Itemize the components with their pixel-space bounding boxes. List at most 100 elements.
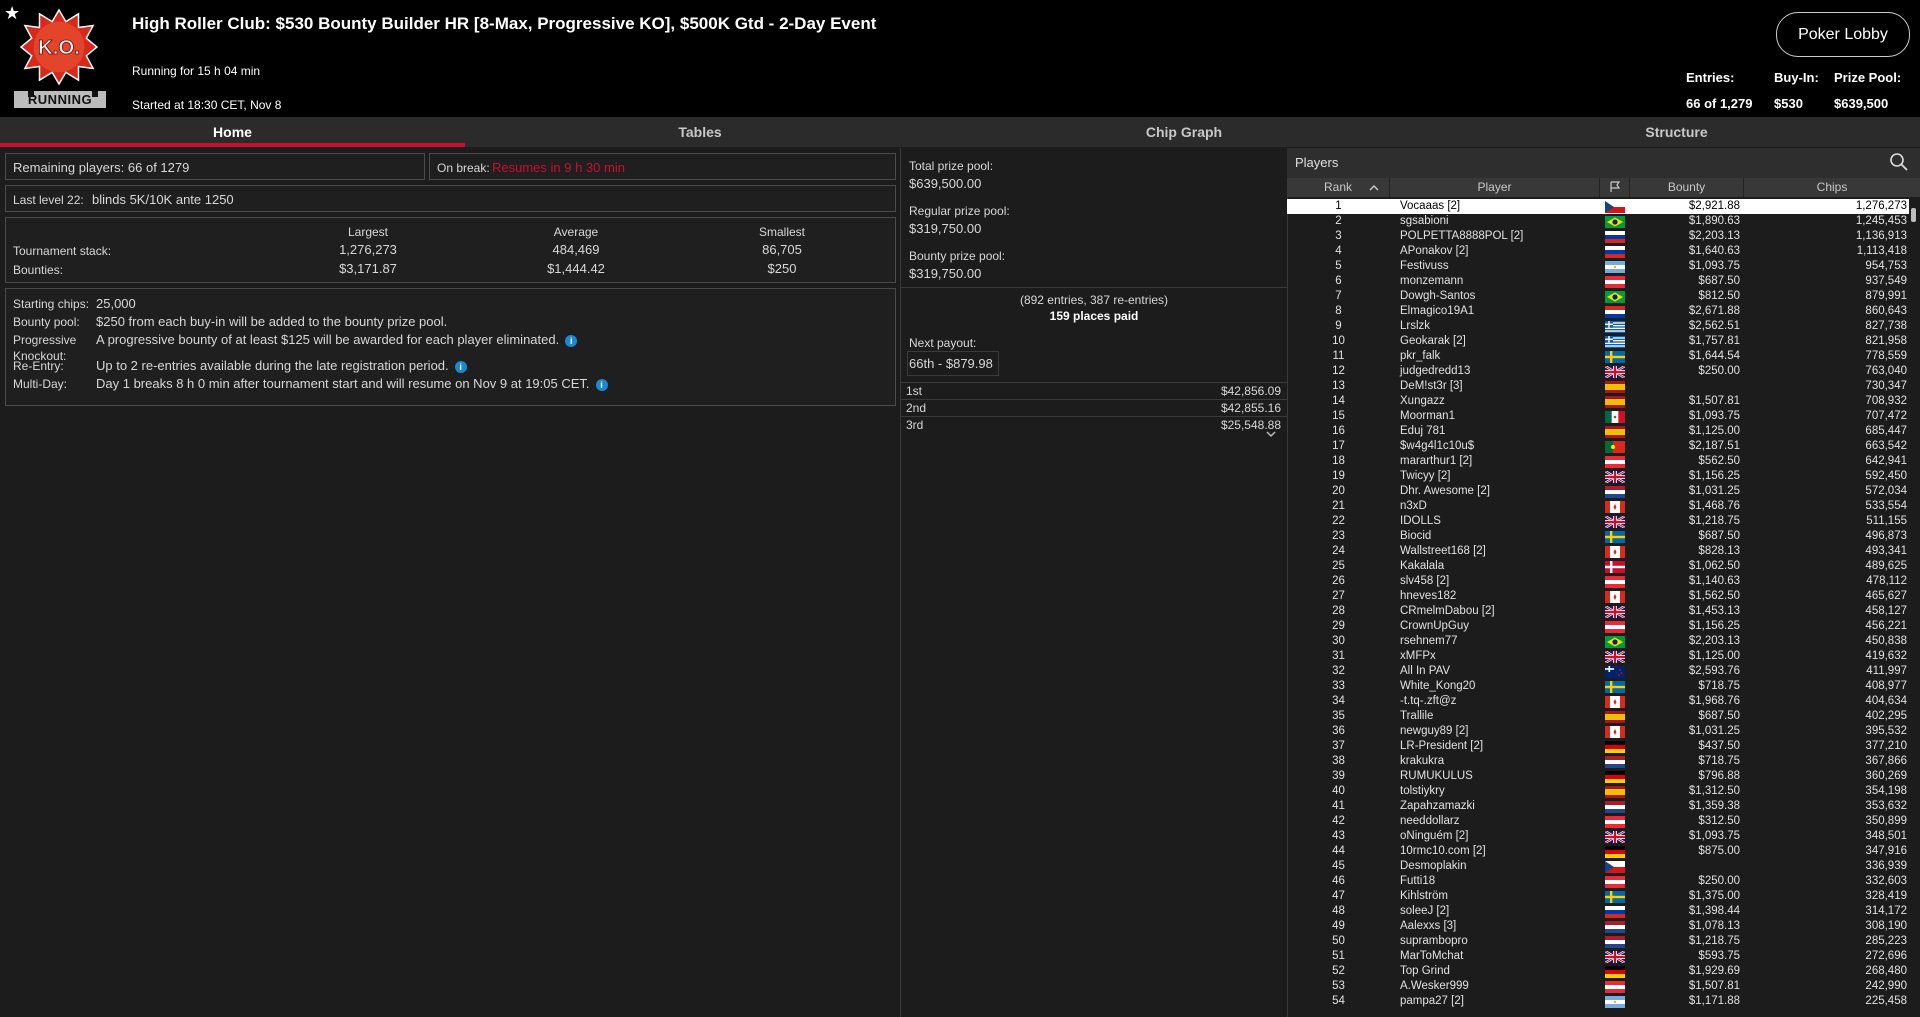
poker-lobby-button[interactable]: Poker Lobby (1776, 12, 1910, 57)
column-player[interactable]: Player (1390, 178, 1600, 197)
table-row[interactable]: 51 MarToMchat $593.75 272,696 (1287, 949, 1909, 964)
table-row[interactable]: 42 needdollarz $312.50 350,899 (1287, 814, 1909, 829)
table-row[interactable]: 23 Biocid $687.50 496,873 (1287, 529, 1909, 544)
player-bounty: $875.00 (1698, 845, 1740, 857)
table-row[interactable]: 31 xMFPx $1,125.00 419,632 (1287, 649, 1909, 664)
table-row[interactable]: 5 Festivuss $1,093.75 954,753 (1287, 259, 1909, 274)
player-bounty: $1,062.50 (1688, 560, 1740, 572)
player-country (1600, 289, 1630, 304)
table-row[interactable]: 43 oNinguém [2] $1,093.75 348,501 (1287, 829, 1909, 844)
tab-structure[interactable]: Structure (1433, 117, 1920, 147)
table-row[interactable]: 26 slv458 [2] $1,140.63 478,112 (1287, 574, 1909, 589)
table-row[interactable]: 10 Geokarak [2] $1,757.81 821,958 (1287, 334, 1909, 349)
country-flag-icon (1605, 485, 1625, 498)
table-row[interactable]: 41 Zapahzamazki $1,359.38 353,632 (1287, 799, 1909, 814)
table-row[interactable]: 22 IDOLLS $1,218.75 511,155 (1287, 514, 1909, 529)
tab-home[interactable]: Home (0, 117, 465, 147)
table-row[interactable]: 40 tolstiykry $1,312.50 354,198 (1287, 784, 1909, 799)
table-row[interactable]: 1 Vocaaas [2] $2,921.88 1,276,273 (1287, 199, 1909, 214)
player-chips: 493,341 (1865, 545, 1907, 557)
table-row[interactable]: 27 hneves182 $1,562.50 465,627 (1287, 589, 1909, 604)
player-country (1600, 334, 1630, 349)
tab-tables[interactable]: Tables (465, 117, 935, 147)
player-country (1600, 544, 1630, 559)
player-bounty: $1,093.75 (1688, 830, 1740, 842)
table-row[interactable]: 14 Xungazz $1,507.81 708,932 (1287, 394, 1909, 409)
table-row[interactable]: 39 RUMUKULUS $796.88 360,269 (1287, 769, 1909, 784)
on-break-value: Resumes in 9 h 30 min (492, 160, 625, 175)
table-row[interactable]: 24 Wallstreet168 [2] $828.13 493,341 (1287, 544, 1909, 559)
chevron-down-icon[interactable] (1265, 430, 1277, 438)
table-row[interactable]: 47 Kihlström $1,375.00 328,419 (1287, 889, 1909, 904)
table-row[interactable]: 17 $w4g4l1c10u$ $2,187.51 663,542 (1287, 439, 1909, 454)
table-row[interactable]: 29 CrownUpGuy $1,156.25 456,221 (1287, 619, 1909, 634)
bounty-largest: $3,171.87 (339, 261, 397, 276)
table-row[interactable]: 52 Top Grind $1,929.69 268,480 (1287, 964, 1909, 979)
search-icon[interactable] (1889, 152, 1909, 172)
table-row[interactable]: 18 mararthur1 [2] $562.50 642,941 (1287, 454, 1909, 469)
table-row[interactable]: 46 Futti18 $250.00 332,603 (1287, 874, 1909, 889)
table-row[interactable]: 9 Lrslzk $2,562.51 827,738 (1287, 319, 1909, 334)
favorite-star-icon[interactable]: ★ (4, 3, 20, 24)
info-icon[interactable]: i (595, 378, 608, 391)
table-row[interactable]: 38 krakukra $718.75 367,866 (1287, 754, 1909, 769)
player-country (1600, 784, 1630, 799)
table-row[interactable]: 30 rsehnem77 $2,203.13 450,838 (1287, 634, 1909, 649)
table-row[interactable]: 34 -t.tq-.zft@z $1,968.76 404,634 (1287, 694, 1909, 709)
table-row[interactable]: 11 pkr_falk $1,644.54 778,559 (1287, 349, 1909, 364)
stack-largest: 1,276,273 (339, 242, 397, 257)
table-row[interactable]: 37 LR-President [2] $437.50 377,210 (1287, 739, 1909, 754)
table-row[interactable]: 45 Desmoplakin 336,939 (1287, 859, 1909, 874)
player-country (1600, 679, 1630, 694)
table-row[interactable]: 19 Twicyy [2] $1,156.25 592,450 (1287, 469, 1909, 484)
player-rank: 17 (1332, 440, 1345, 452)
table-row[interactable]: 2 sgsabioni $1,890.63 1,245,453 (1287, 214, 1909, 229)
scrollbar-track[interactable] (1910, 199, 1918, 1017)
player-name: RUMUKULUS (1400, 770, 1473, 782)
table-row[interactable]: 54 pampa27 [2] $1,171.88 225,458 (1287, 994, 1909, 1009)
player-chips: 937,549 (1865, 275, 1907, 287)
player-rank: 19 (1332, 470, 1345, 482)
player-country (1600, 859, 1630, 874)
table-row[interactable]: 3 POLPETTA8888POL [2] $2,203.13 1,136,913 (1287, 229, 1909, 244)
tab-chip-graph[interactable]: Chip Graph (935, 117, 1433, 147)
table-row[interactable]: 36 newguy89 [2] $1,031.25 395,532 (1287, 724, 1909, 739)
column-rank-label: Rank (1323, 180, 1352, 194)
table-row[interactable]: 16 Eduj 781 $1,125.00 685,447 (1287, 424, 1909, 439)
player-bounty: $1,031.25 (1688, 485, 1740, 497)
table-row[interactable]: 21 n3xD $1,468.76 533,554 (1287, 499, 1909, 514)
info-icon[interactable]: i (565, 334, 578, 347)
table-row[interactable]: 20 Dhr. Awesome [2] $1,031.25 572,034 (1287, 484, 1909, 499)
column-chips[interactable]: Chips (1744, 178, 1920, 197)
table-row[interactable]: 32 All In PAV $2,593.76 411,997 (1287, 664, 1909, 679)
table-row[interactable]: 12 judgedredd13 $250.00 763,040 (1287, 364, 1909, 379)
info-label: Progressive (13, 333, 77, 347)
column-rank[interactable]: Rank (1287, 178, 1390, 197)
table-row[interactable]: 49 Aalexxs [3] $1,078.13 308,190 (1287, 919, 1909, 934)
column-bounty[interactable]: Bounty (1630, 178, 1744, 197)
player-name: tolstiykry (1400, 785, 1445, 797)
scrollbar-thumb[interactable] (1911, 208, 1916, 222)
player-chips: 332,603 (1865, 875, 1907, 887)
table-row[interactable]: 33 White_Kong20 $718.75 408,977 (1287, 679, 1909, 694)
table-row[interactable]: 28 CRmelmDabou [2] $1,453.13 458,127 (1287, 604, 1909, 619)
table-row[interactable]: 35 Trallile $687.50 402,295 (1287, 709, 1909, 724)
table-row[interactable]: 4 APonakov [2] $1,640.63 1,113,418 (1287, 244, 1909, 259)
table-row[interactable]: 13 DeM!st3r [3] 730,347 (1287, 379, 1909, 394)
table-row[interactable]: 8 Elmagico19A1 $2,671.88 860,643 (1287, 304, 1909, 319)
player-country (1600, 694, 1630, 709)
table-row[interactable]: 48 soleeJ [2] $1,398.44 314,172 (1287, 904, 1909, 919)
info-icon[interactable]: i (454, 360, 467, 373)
table-row[interactable]: 15 Moorman1 $1,093.75 707,472 (1287, 409, 1909, 424)
table-row[interactable]: 53 A.Wesker999 $1,507.81 242,990 (1287, 979, 1909, 994)
player-chips: 347,916 (1865, 845, 1907, 857)
player-name: soleeJ [2] (1400, 905, 1450, 917)
table-row[interactable]: 7 Dowgh-Santos $812.50 879,991 (1287, 289, 1909, 304)
column-country[interactable] (1600, 178, 1630, 197)
table-row[interactable]: 50 suprambopro $1,218.75 285,223 (1287, 934, 1909, 949)
table-row[interactable]: 44 10rmc10.com [2] $875.00 347,916 (1287, 844, 1909, 859)
table-row[interactable]: 25 Kakalala $1,062.50 489,625 (1287, 559, 1909, 574)
country-flag-icon (1605, 830, 1625, 843)
player-bounty: $796.88 (1698, 770, 1740, 782)
table-row[interactable]: 6 monzemann $687.50 937,549 (1287, 274, 1909, 289)
